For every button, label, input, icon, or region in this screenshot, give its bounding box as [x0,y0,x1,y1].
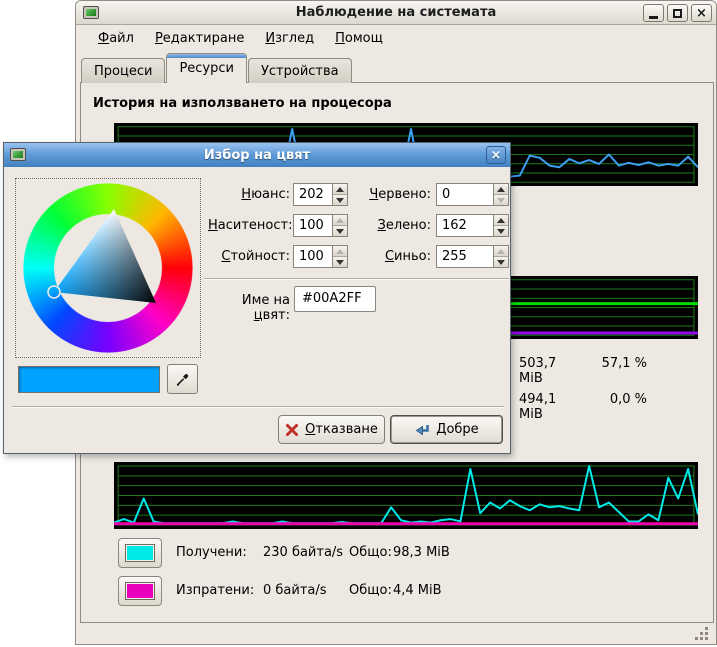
blue-spinbox[interactable]: 255 [436,245,509,268]
red-spinbox[interactable]: 0 [436,183,509,206]
tab-processes[interactable]: Процеси [81,58,165,83]
tab-resources[interactable]: Ресурси [166,53,247,83]
menu-edit[interactable]: Редактиране [146,29,253,48]
system-monitor-icon [10,148,26,161]
resize-grip-icon[interactable] [692,626,709,640]
swap-amount: 494,1 MiB [519,392,581,422]
sent-color-swatch [125,582,155,600]
sent-rate: 0 байта/s [263,583,327,598]
tab-bar: Процеси Ресурси Устройства [81,53,353,83]
ok-enter-arrow-icon [414,423,430,437]
dialog-title: Избор на цвят [204,148,310,163]
selected-color-preview [18,366,160,393]
red-spin-down[interactable] [494,194,508,205]
color-wheel-widget [15,178,201,358]
blue-label: Синьо: [344,249,431,264]
minimize-button[interactable] [643,4,664,22]
sent-total: 4,4 MiB [393,583,442,598]
hue-ring[interactable] [23,183,193,353]
received-rate: 230 байта/s [263,545,343,560]
maximize-button[interactable] [667,4,688,22]
red-label: Червено: [344,187,431,202]
green-spinbox[interactable]: 162 [436,214,509,237]
received-color-button[interactable] [118,538,162,568]
sent-total-label: Общо: [349,583,392,598]
value-label: Стойност: [208,249,290,264]
menu-help[interactable]: Помощ [326,29,392,48]
ok-button[interactable]: Добре [390,415,503,444]
close-button[interactable]: × [691,4,712,22]
eyedropper-icon [175,371,191,387]
blue-spin-up[interactable] [494,246,508,256]
minimize-icon [649,16,658,19]
hue-spinbox[interactable]: 202 [293,183,348,206]
received-color-swatch [125,544,155,562]
cancel-button[interactable]: Отказване [278,415,385,444]
saturation-spinbox[interactable]: 100 [293,214,348,237]
swap-percent: 0,0 % [587,392,647,407]
menu-file[interactable]: Файл [89,29,143,48]
system-monitor-icon [83,6,99,19]
memory-amount: 503,7 MiB [519,356,581,386]
fields-separator [204,278,509,280]
saturation-label: Наситеност: [208,218,290,233]
close-icon: × [696,6,707,21]
color-picker-dialog: Избор на цвят × [3,142,511,454]
blue-spin-down[interactable] [494,256,508,267]
green-spin-up[interactable] [494,215,508,225]
action-separator [12,406,504,408]
dialog-close-button[interactable]: × [486,146,506,164]
window-titlebar[interactable]: Наблюдение на системата × [76,1,716,25]
sent-color-button[interactable] [118,576,162,606]
window-title: Наблюдение на системата [296,5,497,20]
value-spinbox[interactable]: 100 [293,245,348,268]
red-spin-up[interactable] [494,184,508,194]
close-icon: × [491,148,502,163]
color-name-label: Име на цвят: [204,293,290,323]
received-label: Получени: [176,545,247,560]
hue-label: Нюанс: [208,187,290,202]
color-name-input[interactable]: #00A2FF [294,286,376,312]
tab-devices[interactable]: Устройства [248,58,352,83]
dialog-titlebar[interactable]: Избор на цвят × [4,143,510,167]
menu-view[interactable]: Изглед [256,29,323,48]
cpu-section-title: История на използването на процесора [93,96,392,111]
received-total: 98,3 MiB [393,545,450,560]
maximize-icon [673,9,682,18]
memory-percent: 57,1 % [587,356,647,371]
green-label: Зелено: [344,218,431,233]
eyedropper-button[interactable] [167,364,198,394]
received-total-label: Общо: [349,545,392,560]
hsv-triangle[interactable] [23,183,193,353]
network-history-chart [114,462,698,529]
menubar: Файл Редактиране Изглед Помощ [77,26,715,50]
green-spin-down[interactable] [494,225,508,236]
sent-label: Изпратени: [176,583,254,598]
cancel-x-icon [285,423,299,437]
